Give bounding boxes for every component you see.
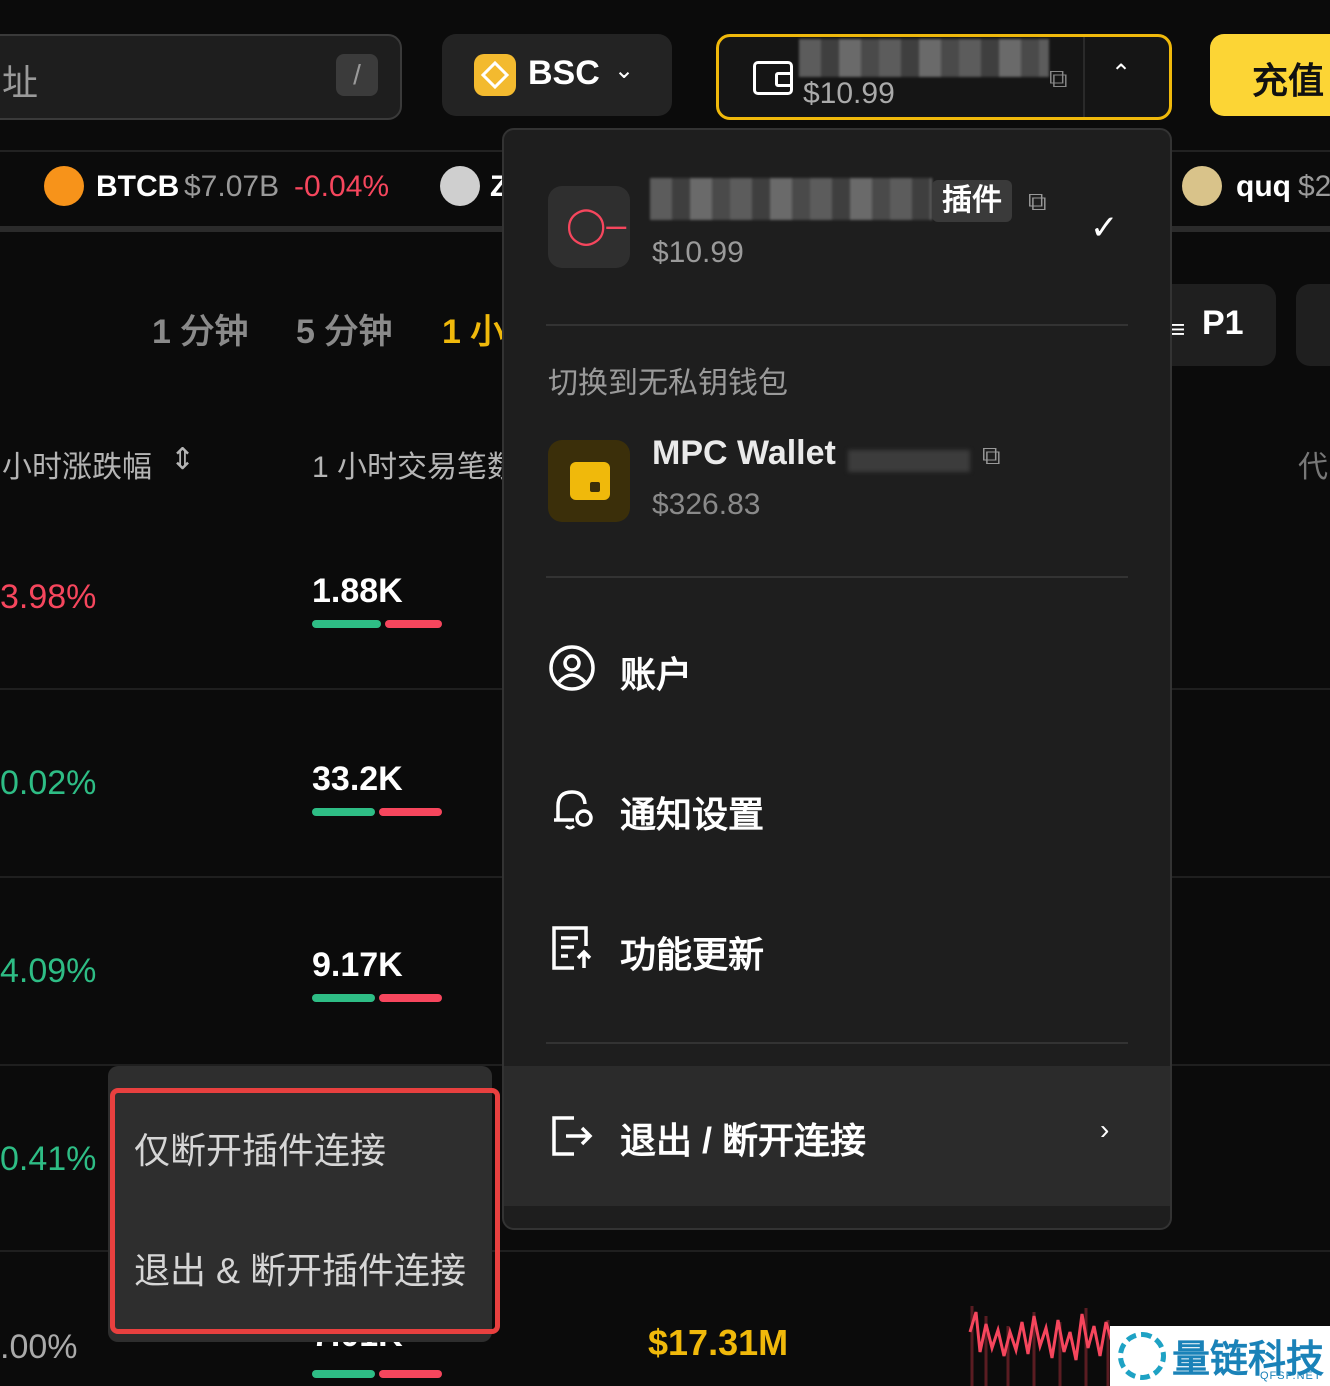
ticker-symbol[interactable]: quq xyxy=(1236,170,1291,204)
search-text: 址 xyxy=(2,62,39,103)
row-volume: $17.31M xyxy=(648,1322,789,1363)
user-circle-icon xyxy=(549,645,595,691)
buy-bar xyxy=(312,994,375,1002)
watermark-logo: 量链科技 QFSP.NET xyxy=(1110,1326,1330,1386)
wallet-dropdown: ◯– 插件 ⧉ $10.99 ✓ 切换到无私钥钱包 MPC Wallet ⧉ $… xyxy=(502,128,1172,1230)
wallet-icon xyxy=(753,61,793,95)
header-change[interactable]: 小时涨跌幅 xyxy=(2,442,152,486)
sell-bar xyxy=(379,1370,442,1378)
chevron-up-icon[interactable]: ⌃ xyxy=(1111,59,1131,88)
chain-name: BSC xyxy=(528,54,600,92)
ticker-mcap: $2 xyxy=(1298,170,1330,203)
bnb-chain-icon xyxy=(474,54,516,96)
divider xyxy=(1083,37,1085,117)
token-icon xyxy=(440,166,480,206)
buy-bar xyxy=(312,620,381,628)
filter-icon: ≡ xyxy=(1170,314,1186,344)
highlight-frame xyxy=(110,1088,500,1334)
plugin-address-redacted xyxy=(650,178,932,220)
quq-icon xyxy=(1182,166,1222,206)
row-change: 3.98% xyxy=(0,578,97,616)
divider xyxy=(546,324,1128,326)
mpc-wallet-icon xyxy=(548,440,630,522)
menu-label: 功能更新 xyxy=(620,934,765,975)
row-tx: 33.2K xyxy=(312,760,403,798)
logout-disconnect-item[interactable]: 退出 / 断开连接 › xyxy=(504,1066,1170,1206)
logout-icon xyxy=(552,1116,593,1156)
bell-settings-icon xyxy=(554,790,593,830)
btcb-icon xyxy=(44,166,84,206)
row-change: .00% xyxy=(0,1328,78,1366)
ticker-symbol[interactable]: BTCB xyxy=(96,170,179,204)
plugin-balance: $10.99 xyxy=(652,236,744,269)
divider xyxy=(546,576,1128,578)
search-shortcut-key: / xyxy=(336,54,378,96)
row-change: 0.02% xyxy=(0,764,97,802)
sell-bar xyxy=(379,808,442,816)
tab-1h[interactable]: 1 小 xyxy=(442,304,504,353)
copy-icon[interactable]: ⧉ xyxy=(982,440,1001,472)
menu-item-account[interactable]: 账户 xyxy=(504,624,1170,714)
mpc-address-redacted xyxy=(848,450,970,472)
row-change: 4.09% xyxy=(0,952,97,990)
filter-label: P1 xyxy=(1202,304,1244,342)
key-icon: ◯– xyxy=(566,204,627,245)
tab-1min[interactable]: 1 分钟 xyxy=(152,304,248,353)
sell-bar xyxy=(385,620,442,628)
menu-label: 通知设置 xyxy=(620,794,765,835)
row-change: 0.41% xyxy=(0,1140,97,1178)
buy-bar xyxy=(312,808,375,816)
document-update-icon xyxy=(552,926,592,970)
plugin-wallet-icon: ◯– xyxy=(548,186,630,268)
logout-label: 退出 / 断开连接 xyxy=(620,1120,867,1161)
more-button[interactable] xyxy=(1296,284,1330,366)
switch-label: 切换到无私钥钱包 xyxy=(548,367,788,400)
mpc-wallet-name[interactable]: MPC Wallet xyxy=(652,434,836,473)
menu-item-notifications[interactable]: 通知设置 xyxy=(504,764,1170,854)
copy-icon[interactable]: ⧉ xyxy=(1049,63,1068,95)
deposit-button[interactable]: 充值 xyxy=(1210,34,1330,116)
menu-item-updates[interactable]: 功能更新 xyxy=(504,904,1170,994)
check-icon: ✓ xyxy=(1090,209,1119,247)
search-input[interactable]: 址 / xyxy=(0,34,402,120)
watermark-subtitle: QFSP.NET xyxy=(1260,1370,1322,1382)
sort-icon[interactable]: ⇕ xyxy=(170,442,195,477)
header-token[interactable]: 代 xyxy=(1298,442,1328,486)
wallet-button[interactable]: $10.99 ⧉ ⌃ xyxy=(716,34,1172,120)
row-tx: 1.88K xyxy=(312,572,403,610)
buy-bar xyxy=(312,1370,375,1378)
copy-icon[interactable]: ⧉ xyxy=(1028,186,1047,218)
sell-bar xyxy=(379,994,442,1002)
divider xyxy=(546,1042,1128,1044)
header-tx-count[interactable]: 1 小时交易笔数 xyxy=(312,442,517,486)
deposit-label: 充值 xyxy=(1252,60,1325,101)
ticker-change: -0.04% xyxy=(294,170,390,203)
mpc-wallet-balance: $326.83 xyxy=(652,488,761,521)
row-tx: 9.17K xyxy=(312,946,403,984)
watermark-icon xyxy=(1118,1332,1166,1380)
wallet-address-redacted xyxy=(799,39,1049,77)
ticker-mcap: $7.07B xyxy=(184,170,280,203)
tab-5min[interactable]: 5 分钟 xyxy=(296,304,392,353)
chevron-right-icon: › xyxy=(1100,1114,1110,1145)
wallet-balance: $10.99 xyxy=(803,77,895,110)
menu-label: 账户 xyxy=(620,654,693,695)
plugin-tag: 插件 xyxy=(932,180,1012,222)
chevron-down-icon: ⌄ xyxy=(614,57,635,84)
chain-selector[interactable]: BSC ⌄ xyxy=(442,34,672,116)
price-sparkline xyxy=(968,1306,1122,1386)
